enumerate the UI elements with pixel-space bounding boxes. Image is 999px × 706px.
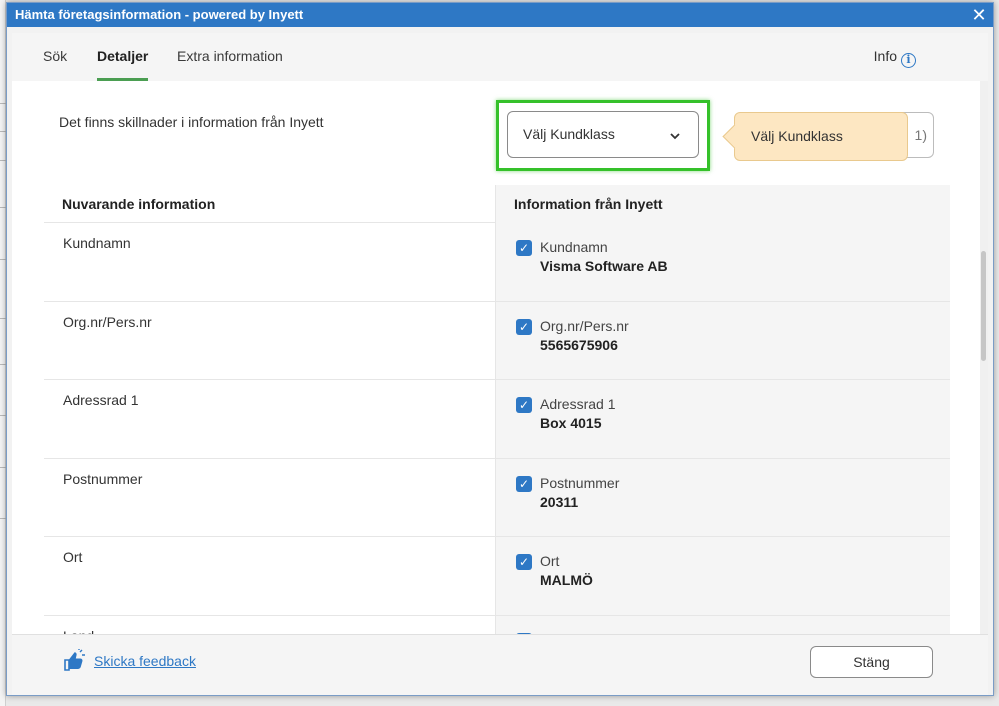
table-header: Nuvarande information Information från I… bbox=[44, 185, 950, 223]
table-row: Postnummer ✓ Postnummer 20311 bbox=[44, 458, 950, 537]
dialog-titlebar: Hämta företagsinformation - powered by I… bbox=[7, 3, 993, 27]
table-row: Adressrad 1 ✓ Adressrad 1 Box 4015 bbox=[44, 380, 950, 459]
field-value: Visma Software AB bbox=[540, 258, 668, 274]
tab-extra-information[interactable]: Extra information bbox=[177, 33, 283, 81]
current-value-cell: Ort bbox=[44, 537, 496, 615]
inyett-value-cell: ✓ Adressrad 1 Box 4015 bbox=[496, 380, 950, 458]
inyett-value-cell: ✓ Ort MALMÖ bbox=[496, 537, 950, 615]
table-row: Land ✓ bbox=[44, 615, 950, 634]
diff-notice-text: Det finns skillnader i information från … bbox=[59, 114, 324, 130]
checkbox-checked-icon[interactable]: ✓ bbox=[516, 554, 532, 570]
field-value: Box 4015 bbox=[540, 415, 602, 431]
dialog-panel: Sök Detaljer Extra information Info i Det… bbox=[12, 33, 988, 695]
send-feedback-link[interactable]: Skicka feedback bbox=[94, 653, 196, 669]
info-link[interactable]: Info i bbox=[874, 33, 916, 81]
current-value-cell: Postnummer bbox=[44, 458, 496, 536]
kundklass-select-label: Välj Kundklass bbox=[523, 126, 615, 142]
inyett-value-cell: ✓ Kundnamn Visma Software AB bbox=[496, 223, 950, 301]
table-row: Org.nr/Pers.nr ✓ Org.nr/Pers.nr 55656759… bbox=[44, 301, 950, 380]
current-value-cell: Adressrad 1 bbox=[44, 380, 496, 458]
field-label: Postnummer bbox=[540, 474, 620, 491]
inyett-value-cell: ✓ Org.nr/Pers.nr 5565675906 bbox=[496, 301, 950, 379]
scrollbar-thumb[interactable] bbox=[981, 251, 986, 361]
inyett-value-cell: ✓ bbox=[496, 615, 950, 634]
current-value-cell: Land bbox=[44, 615, 496, 634]
field-value: 5565675906 bbox=[540, 336, 618, 353]
checkbox-checked-icon[interactable]: ✓ bbox=[516, 397, 532, 413]
tab-bar: Sök Detaljer Extra information Info i bbox=[12, 33, 988, 81]
thumbs-up-feedback-icon[interactable] bbox=[62, 649, 86, 673]
tab-detaljer[interactable]: Detaljer bbox=[97, 33, 149, 81]
close-dialog-button[interactable]: Stäng bbox=[810, 646, 933, 678]
kundklass-tooltip: Välj Kundklass bbox=[734, 112, 908, 161]
field-value: MALMÖ bbox=[540, 572, 593, 588]
field-label: Kundnamn bbox=[540, 239, 608, 255]
chevron-down-icon bbox=[670, 112, 680, 157]
company-info-dialog: Hämta företagsinformation - powered by I… bbox=[6, 2, 994, 696]
table-row: Ort ✓ Ort MALMÖ bbox=[44, 537, 950, 616]
current-value-cell: Org.nr/Pers.nr bbox=[44, 301, 496, 379]
current-value-cell: Kundnamn bbox=[44, 223, 496, 301]
checkbox-checked-icon[interactable]: ✓ bbox=[516, 475, 532, 492]
header-inyett-info: Information från Inyett bbox=[496, 185, 950, 223]
details-scroll-area[interactable]: Det finns skillnader i information från … bbox=[12, 81, 980, 634]
table-row: Kundnamn ✓ Kundnamn Visma Software AB bbox=[44, 223, 950, 302]
checkbox-checked-icon[interactable]: ✓ bbox=[516, 240, 532, 256]
kundklass-select[interactable]: Välj Kundklass bbox=[507, 111, 699, 158]
field-value: 20311 bbox=[540, 493, 579, 510]
field-label: Adressrad 1 bbox=[540, 396, 616, 412]
comparison-table: Nuvarande information Information från I… bbox=[44, 185, 950, 634]
vertical-scrollbar[interactable] bbox=[980, 81, 988, 634]
inyett-value-cell: ✓ Postnummer 20311 bbox=[496, 458, 950, 536]
field-label: Org.nr/Pers.nr bbox=[540, 317, 629, 334]
header-current-info: Nuvarande information bbox=[44, 185, 496, 223]
field-label: Ort bbox=[540, 553, 560, 569]
tab-sok[interactable]: Sök bbox=[43, 33, 67, 81]
info-circle-icon: i bbox=[901, 53, 916, 68]
info-label: Info bbox=[873, 48, 897, 64]
dialog-footer: Skicka feedback Stäng bbox=[12, 634, 988, 695]
dialog-title: Hämta företagsinformation - powered by I… bbox=[15, 7, 304, 22]
checkbox-checked-icon[interactable]: ✓ bbox=[516, 318, 532, 335]
close-icon[interactable]: ✕ bbox=[969, 5, 989, 25]
